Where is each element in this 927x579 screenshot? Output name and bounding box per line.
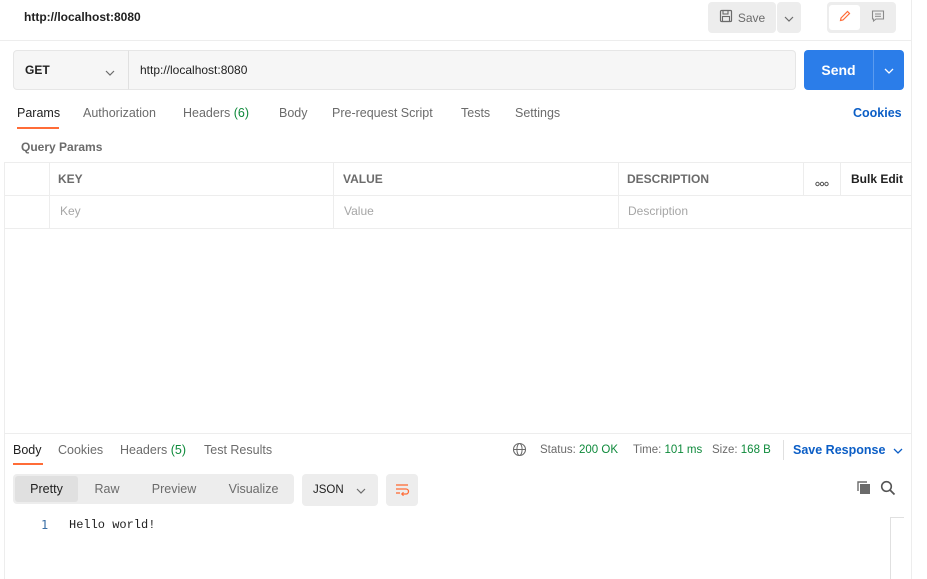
column-options-button[interactable] — [815, 176, 829, 190]
more-icon — [815, 176, 829, 190]
comments-mode-button[interactable] — [862, 5, 893, 30]
response-tab-cookies[interactable]: Cookies — [58, 443, 103, 457]
save-label: Save — [737, 10, 766, 25]
panel-left-border — [4, 162, 5, 579]
column-header-description: DESCRIPTION — [627, 172, 710, 186]
view-visualize-button[interactable]: Visualize — [216, 476, 291, 502]
edit-mode-button[interactable] — [829, 5, 860, 30]
tab-pre-request-script[interactable]: Pre-request Script — [332, 106, 433, 120]
cookies-link[interactable]: Cookies — [853, 106, 902, 120]
response-pane-resize-handle[interactable] — [4, 433, 912, 434]
tab-body[interactable]: Body — [279, 106, 308, 120]
scrollbar[interactable] — [890, 517, 904, 579]
divider — [783, 440, 784, 460]
size-value: 168 B — [740, 444, 771, 456]
tab-params[interactable]: Params — [17, 106, 60, 120]
value-input[interactable]: Value — [344, 204, 374, 218]
save-response-label: Save Response — [793, 443, 886, 457]
chevron-down-icon — [784, 11, 794, 25]
size-label: Size: — [712, 444, 738, 456]
active-tab-indicator — [13, 463, 43, 465]
response-tab-headers[interactable]: Headers (5) — [120, 443, 186, 457]
tab-label: Test Results — [204, 443, 273, 457]
tab-count-badge: (6) — [233, 106, 250, 120]
view-pretty-button[interactable]: Pretty — [15, 476, 78, 502]
status-info[interactable]: Status: 200 OK — [540, 444, 618, 456]
save-icon — [719, 9, 733, 26]
column-divider — [49, 162, 50, 229]
tab-headers[interactable]: Headers (6) — [183, 106, 249, 120]
response-tab-test-results[interactable]: Test Results — [204, 443, 272, 457]
response-body-line: Hello world! — [69, 518, 156, 532]
wrap-lines-button[interactable] — [386, 474, 418, 506]
description-input[interactable]: Description — [628, 204, 688, 218]
method-label: GET — [25, 63, 50, 77]
tab-authorization[interactable]: Authorization — [83, 106, 156, 120]
tab-label: Body — [13, 443, 42, 457]
tab-label: Tests — [461, 106, 491, 120]
pencil-icon — [838, 9, 852, 26]
tab-label: Authorization — [83, 106, 156, 120]
tab-label: Pre-request Script — [332, 106, 433, 120]
time-info[interactable]: Time: 101 ms — [633, 444, 702, 456]
column-divider — [333, 162, 334, 229]
size-info[interactable]: Size: 168 B — [712, 444, 771, 456]
query-params-title: Query Params — [21, 140, 103, 154]
chevron-down-icon — [105, 65, 115, 79]
time-value: 101 ms — [664, 444, 703, 456]
save-response-button[interactable]: Save Response — [793, 443, 903, 457]
view-raw-button[interactable]: Raw — [82, 476, 132, 502]
table-row-divider — [4, 195, 912, 196]
tab-label: Settings — [515, 106, 561, 120]
tab-label: Headers — [120, 443, 168, 457]
format-select[interactable]: JSON — [302, 474, 378, 506]
format-label: JSON — [313, 484, 344, 496]
tab-label: Params — [17, 106, 61, 120]
tab-label: Headers — [183, 106, 231, 120]
copy-icon[interactable] — [856, 480, 872, 499]
method-select[interactable]: GET — [13, 50, 129, 90]
column-header-value: VALUE — [343, 172, 383, 186]
send-button[interactable]: Send — [804, 50, 873, 90]
status-value: 200 OK — [579, 444, 619, 456]
column-divider — [803, 162, 804, 195]
comment-icon — [871, 9, 885, 26]
search-icon[interactable] — [880, 480, 896, 499]
view-preview-button[interactable]: Preview — [140, 476, 208, 502]
column-header-key: KEY — [58, 172, 83, 186]
line-number: 1 — [41, 518, 49, 532]
url-input[interactable]: http://localhost:8080 — [128, 50, 796, 90]
tab-settings[interactable]: Settings — [515, 106, 560, 120]
active-tab-indicator — [17, 127, 59, 129]
tab-count-badge: (5) — [170, 443, 187, 457]
response-tab-body[interactable]: Body — [13, 443, 42, 457]
chevron-down-icon — [884, 63, 894, 77]
tab-tests[interactable]: Tests — [461, 106, 490, 120]
globe-icon[interactable] — [512, 442, 527, 460]
status-label: Status: — [540, 444, 576, 456]
wrap-lines-icon — [394, 482, 410, 499]
panel-right-border — [911, 0, 912, 579]
save-options-button[interactable] — [777, 2, 801, 33]
bulk-edit-button[interactable]: Bulk Edit — [851, 172, 903, 186]
key-input[interactable]: Key — [60, 204, 81, 218]
column-divider — [840, 162, 841, 195]
chevron-down-icon — [356, 485, 366, 497]
save-button[interactable]: Save — [708, 2, 776, 33]
send-options-button[interactable] — [873, 50, 904, 90]
chevron-down-icon — [893, 443, 903, 457]
tab-label: Cookies — [58, 443, 104, 457]
tab-label: Body — [279, 106, 308, 120]
column-divider — [618, 162, 619, 229]
time-label: Time: — [633, 444, 662, 456]
request-title[interactable]: http://localhost:8080 — [24, 10, 141, 24]
